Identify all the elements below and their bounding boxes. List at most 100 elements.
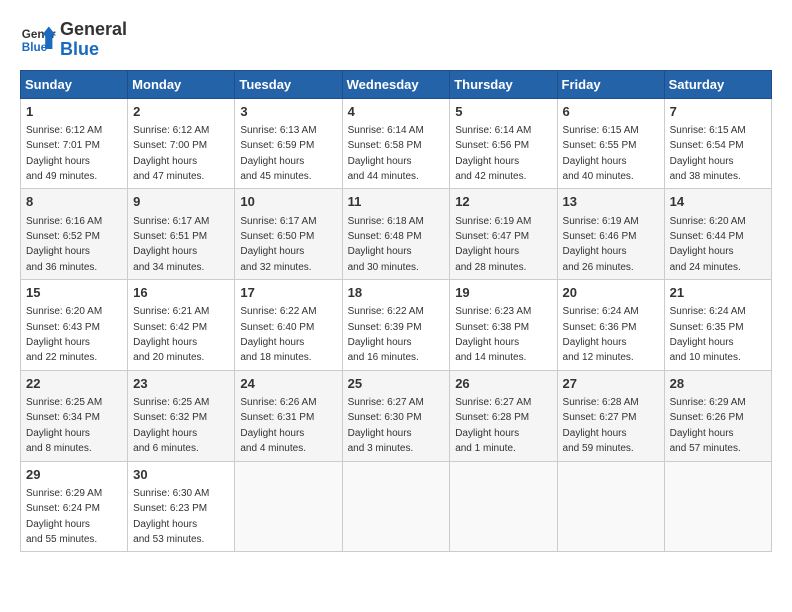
day-number: 2: [133, 103, 229, 121]
day-number: 20: [563, 284, 659, 302]
table-row: 29 Sunrise: 6:29 AMSunset: 6:24 PMDayligh…: [21, 461, 128, 552]
day-number: 6: [563, 103, 659, 121]
header: General Blue General Blue: [20, 20, 772, 60]
calendar-table: Sunday Monday Tuesday Wednesday Thursday…: [20, 70, 772, 553]
day-info: Sunrise: 6:25 AMSunset: 6:34 PMDaylight …: [26, 397, 102, 454]
table-row: 14 Sunrise: 6:20 AMSunset: 6:44 PMDayligh…: [664, 189, 771, 280]
table-row: 3 Sunrise: 6:13 AMSunset: 6:59 PMDaylight…: [235, 98, 342, 189]
day-info: Sunrise: 6:16 AMSunset: 6:52 PMDaylight …: [26, 216, 102, 273]
table-row: 16Sunrise: 6:21 AMSunset: 6:42 PMDayligh…: [128, 280, 235, 371]
table-row: [557, 461, 664, 552]
header-thursday: Thursday: [450, 70, 557, 98]
table-row: 22 Sunrise: 6:25 AMSunset: 6:34 PMDayligh…: [21, 370, 128, 461]
table-row: 13 Sunrise: 6:19 AMSunset: 6:46 PMDayligh…: [557, 189, 664, 280]
day-number: 23: [133, 375, 229, 393]
day-info: Sunrise: 6:27 AMSunset: 6:28 PMDaylight …: [455, 397, 531, 454]
day-info: Sunrise: 6:12 AMSunset: 7:00 PMDaylight …: [133, 125, 209, 182]
day-number: 14: [670, 193, 766, 211]
logo-text: General Blue: [60, 20, 127, 60]
table-row: 12 Sunrise: 6:19 AMSunset: 6:47 PMDayligh…: [450, 189, 557, 280]
day-info: Sunrise: 6:20 AMSunset: 6:43 PMDaylight …: [26, 306, 102, 363]
calendar-week-row: 22 Sunrise: 6:25 AMSunset: 6:34 PMDayligh…: [21, 370, 772, 461]
day-info: Sunrise: 6:19 AMSunset: 6:47 PMDaylight …: [455, 216, 531, 273]
day-info: Sunrise: 6:26 AMSunset: 6:31 PMDaylight …: [240, 397, 316, 454]
day-number: 3: [240, 103, 336, 121]
day-info: Sunrise: 6:25 AMSunset: 6:32 PMDaylight …: [133, 397, 209, 454]
day-number: 13: [563, 193, 659, 211]
table-row: 17 Sunrise: 6:22 AMSunset: 6:40 PMDayligh…: [235, 280, 342, 371]
day-info: Sunrise: 6:12 AMSunset: 7:01 PMDaylight …: [26, 125, 102, 182]
table-row: 28Sunrise: 6:29 AMSunset: 6:26 PMDayligh…: [664, 370, 771, 461]
day-number: 24: [240, 375, 336, 393]
day-info: Sunrise: 6:14 AMSunset: 6:56 PMDaylight …: [455, 125, 531, 182]
svg-text:Blue: Blue: [22, 41, 48, 54]
day-info: Sunrise: 6:22 AMSunset: 6:40 PMDaylight …: [240, 306, 316, 363]
table-row: 30 Sunrise: 6:30 AMSunset: 6:23 PMDayligh…: [128, 461, 235, 552]
day-number: 8: [26, 193, 122, 211]
table-row: 6 Sunrise: 6:15 AMSunset: 6:55 PMDaylight…: [557, 98, 664, 189]
day-number: 22: [26, 375, 122, 393]
day-info: Sunrise: 6:18 AMSunset: 6:48 PMDaylight …: [348, 216, 424, 273]
day-number: 4: [348, 103, 445, 121]
table-row: 7 Sunrise: 6:15 AMSunset: 6:54 PMDaylight…: [664, 98, 771, 189]
day-number: 9: [133, 193, 229, 211]
day-number: 18: [348, 284, 445, 302]
day-number: 21: [670, 284, 766, 302]
table-row: 24 Sunrise: 6:26 AMSunset: 6:31 PMDayligh…: [235, 370, 342, 461]
day-info: Sunrise: 6:24 AMSunset: 6:35 PMDaylight …: [670, 306, 746, 363]
day-info: Sunrise: 6:27 AMSunset: 6:30 PMDaylight …: [348, 397, 424, 454]
header-saturday: Saturday: [664, 70, 771, 98]
day-number: 29: [26, 466, 122, 484]
day-info: Sunrise: 6:13 AMSunset: 6:59 PMDaylight …: [240, 125, 316, 182]
day-info: Sunrise: 6:30 AMSunset: 6:23 PMDaylight …: [133, 488, 209, 545]
header-wednesday: Wednesday: [342, 70, 450, 98]
day-number: 5: [455, 103, 551, 121]
table-row: 9 Sunrise: 6:17 AMSunset: 6:51 PMDaylight…: [128, 189, 235, 280]
table-row: 26Sunrise: 6:27 AMSunset: 6:28 PMDayligh…: [450, 370, 557, 461]
day-info: Sunrise: 6:23 AMSunset: 6:38 PMDaylight …: [455, 306, 531, 363]
calendar-week-row: 1Sunrise: 6:12 AMSunset: 7:01 PMDaylight…: [21, 98, 772, 189]
day-info: Sunrise: 6:17 AMSunset: 6:51 PMDaylight …: [133, 216, 209, 273]
table-row: [450, 461, 557, 552]
day-info: Sunrise: 6:19 AMSunset: 6:46 PMDaylight …: [563, 216, 639, 273]
table-row: 5 Sunrise: 6:14 AMSunset: 6:56 PMDaylight…: [450, 98, 557, 189]
day-number: 11: [348, 193, 445, 211]
day-info: Sunrise: 6:24 AMSunset: 6:36 PMDaylight …: [563, 306, 639, 363]
day-number: 27: [563, 375, 659, 393]
table-row: [342, 461, 450, 552]
table-row: 1Sunrise: 6:12 AMSunset: 7:01 PMDaylight…: [21, 98, 128, 189]
weekday-header-row: Sunday Monday Tuesday Wednesday Thursday…: [21, 70, 772, 98]
day-number: 17: [240, 284, 336, 302]
table-row: 25Sunrise: 6:27 AMSunset: 6:30 PMDayligh…: [342, 370, 450, 461]
header-tuesday: Tuesday: [235, 70, 342, 98]
header-friday: Friday: [557, 70, 664, 98]
table-row: 21 Sunrise: 6:24 AMSunset: 6:35 PMDayligh…: [664, 280, 771, 371]
day-info: Sunrise: 6:28 AMSunset: 6:27 PMDaylight …: [563, 397, 639, 454]
day-info: Sunrise: 6:15 AMSunset: 6:55 PMDaylight …: [563, 125, 639, 182]
table-row: 15 Sunrise: 6:20 AMSunset: 6:43 PMDayligh…: [21, 280, 128, 371]
day-number: 15: [26, 284, 122, 302]
table-row: 2 Sunrise: 6:12 AMSunset: 7:00 PMDaylight…: [128, 98, 235, 189]
table-row: [664, 461, 771, 552]
day-info: Sunrise: 6:29 AMSunset: 6:26 PMDaylight …: [670, 397, 746, 454]
day-info: Sunrise: 6:14 AMSunset: 6:58 PMDaylight …: [348, 125, 424, 182]
calendar-week-row: 8 Sunrise: 6:16 AMSunset: 6:52 PMDaylight…: [21, 189, 772, 280]
table-row: 19 Sunrise: 6:23 AMSunset: 6:38 PMDayligh…: [450, 280, 557, 371]
table-row: 27 Sunrise: 6:28 AMSunset: 6:27 PMDayligh…: [557, 370, 664, 461]
header-monday: Monday: [128, 70, 235, 98]
calendar-week-row: 29 Sunrise: 6:29 AMSunset: 6:24 PMDayligh…: [21, 461, 772, 552]
day-number: 7: [670, 103, 766, 121]
day-number: 12: [455, 193, 551, 211]
logo-svg: General Blue: [20, 22, 56, 58]
day-info: Sunrise: 6:20 AMSunset: 6:44 PMDaylight …: [670, 216, 746, 273]
header-sunday: Sunday: [21, 70, 128, 98]
table-row: 20 Sunrise: 6:24 AMSunset: 6:36 PMDayligh…: [557, 280, 664, 371]
day-info: Sunrise: 6:17 AMSunset: 6:50 PMDaylight …: [240, 216, 316, 273]
day-info: Sunrise: 6:21 AMSunset: 6:42 PMDaylight …: [133, 306, 209, 363]
day-info: Sunrise: 6:15 AMSunset: 6:54 PMDaylight …: [670, 125, 746, 182]
day-number: 30: [133, 466, 229, 484]
table-row: 23 Sunrise: 6:25 AMSunset: 6:32 PMDayligh…: [128, 370, 235, 461]
day-info: Sunrise: 6:29 AMSunset: 6:24 PMDaylight …: [26, 488, 102, 545]
day-number: 10: [240, 193, 336, 211]
day-number: 19: [455, 284, 551, 302]
